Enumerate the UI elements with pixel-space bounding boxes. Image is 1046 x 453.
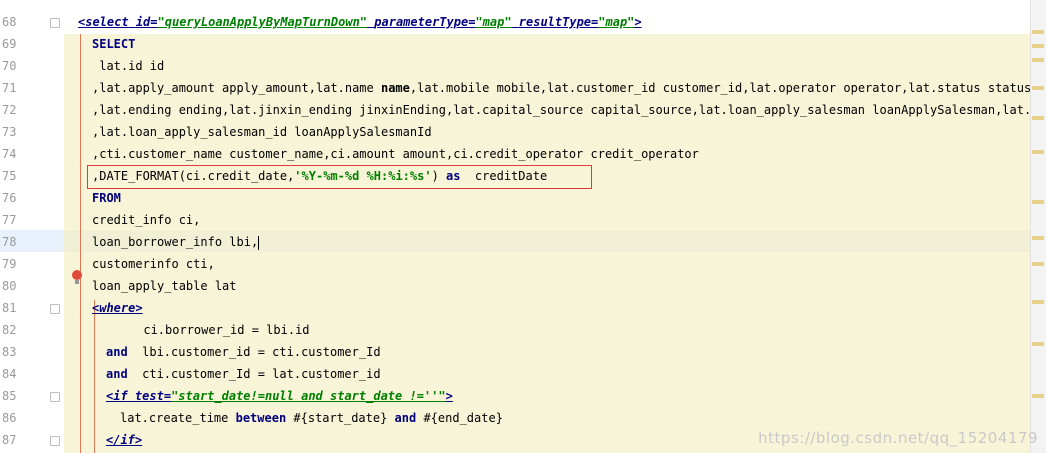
code-line-81[interactable]: <where> [92, 297, 143, 319]
code-line-83[interactable]: and lbi.customer_id = cti.customer_Id [106, 341, 381, 363]
code-line-79[interactable]: customerinfo cti, [92, 253, 215, 275]
code-line-72[interactable]: ,lat.ending ending,lat.jinxin_ending jin… [92, 99, 1046, 121]
scroll-marker[interactable] [1032, 44, 1044, 48]
text-caret [258, 235, 260, 250]
scroll-marker[interactable] [1032, 300, 1044, 304]
line-number: 82 [2, 323, 17, 337]
code-line-71[interactable]: ,lat.apply_amount apply_amount,lat.name … [92, 77, 1031, 99]
line-number: 79 [2, 257, 17, 271]
scroll-marker[interactable] [1032, 200, 1044, 204]
code-line-75[interactable]: ,DATE_FORMAT(ci.credit_date,'%Y-%m-%d %H… [92, 165, 547, 187]
code-line-84[interactable]: and cti.customer_Id = lat.customer_id [106, 363, 381, 385]
line-number: 70 [2, 59, 17, 73]
line-number: 83 [2, 345, 17, 359]
code-line-74[interactable]: ,cti.customer_name customer_name,ci.amou… [92, 143, 699, 165]
line-number: 71 [2, 81, 17, 95]
scroll-marker[interactable] [1032, 262, 1044, 266]
scroll-marker[interactable] [1032, 30, 1044, 34]
line-number: 75 [2, 169, 17, 183]
code-line-86[interactable]: lat.create_time between #{start_date} an… [120, 407, 503, 429]
scroll-marker[interactable] [1032, 86, 1044, 90]
indent-guide [94, 300, 95, 453]
code-line-77[interactable]: credit_info ci, [92, 209, 200, 231]
fold-marker-icon[interactable] [50, 436, 60, 446]
line-number: 78 [2, 235, 17, 249]
line-number: 76 [2, 191, 17, 205]
line-number: 73 [2, 125, 17, 139]
line-number: 69 [2, 37, 17, 51]
fold-marker-icon[interactable] [50, 304, 60, 314]
code-line-85[interactable]: <if test="start_date!=null and start_dat… [106, 385, 453, 407]
line-number: 77 [2, 213, 17, 227]
code-line-78[interactable]: loan_borrower_info lbi, [92, 231, 260, 253]
scroll-marker[interactable] [1032, 150, 1044, 154]
fold-marker-icon[interactable] [50, 18, 60, 28]
code-editor[interactable]: 68 69 70 71 72 73 74 75 76 77 78 79 80 8… [0, 0, 1046, 453]
code-line-68[interactable]: <select id="queryLoanApplyByMapTurnDown"… [78, 11, 642, 33]
code-line-73[interactable]: ,lat.loan_apply_salesman_id loanApplySal… [92, 121, 432, 143]
intention-bulb-icon[interactable] [72, 270, 82, 284]
code-line-69[interactable]: SELECT [92, 33, 135, 55]
fold-marker-icon[interactable] [50, 392, 60, 402]
code-line-76[interactable]: FROM [92, 187, 121, 209]
code-line-87[interactable]: </if> [106, 429, 142, 451]
line-number: 68 [2, 15, 17, 29]
line-number: 85 [2, 389, 17, 403]
code-line-82[interactable]: ci.borrower_id = lbi.id [100, 319, 309, 341]
line-number: 72 [2, 103, 17, 117]
code-line-80[interactable]: loan_apply_table lat [92, 275, 237, 297]
indent-guide [80, 34, 81, 453]
line-number: 84 [2, 367, 17, 381]
editor-scrollbar[interactable] [1030, 0, 1046, 453]
code-line-70[interactable]: lat.id id [92, 55, 164, 77]
watermark: https://blog.csdn.net/qq_15204179 [758, 429, 1038, 447]
line-number: 80 [2, 279, 17, 293]
scroll-marker[interactable] [1032, 116, 1044, 120]
scroll-marker[interactable] [1032, 342, 1044, 346]
line-number: 87 [2, 433, 17, 447]
scroll-marker[interactable] [1032, 236, 1044, 240]
line-number: 74 [2, 147, 17, 161]
scroll-marker[interactable] [1032, 394, 1044, 398]
line-number: 86 [2, 411, 17, 425]
line-number: 81 [2, 301, 17, 315]
scroll-marker[interactable] [1032, 58, 1044, 62]
